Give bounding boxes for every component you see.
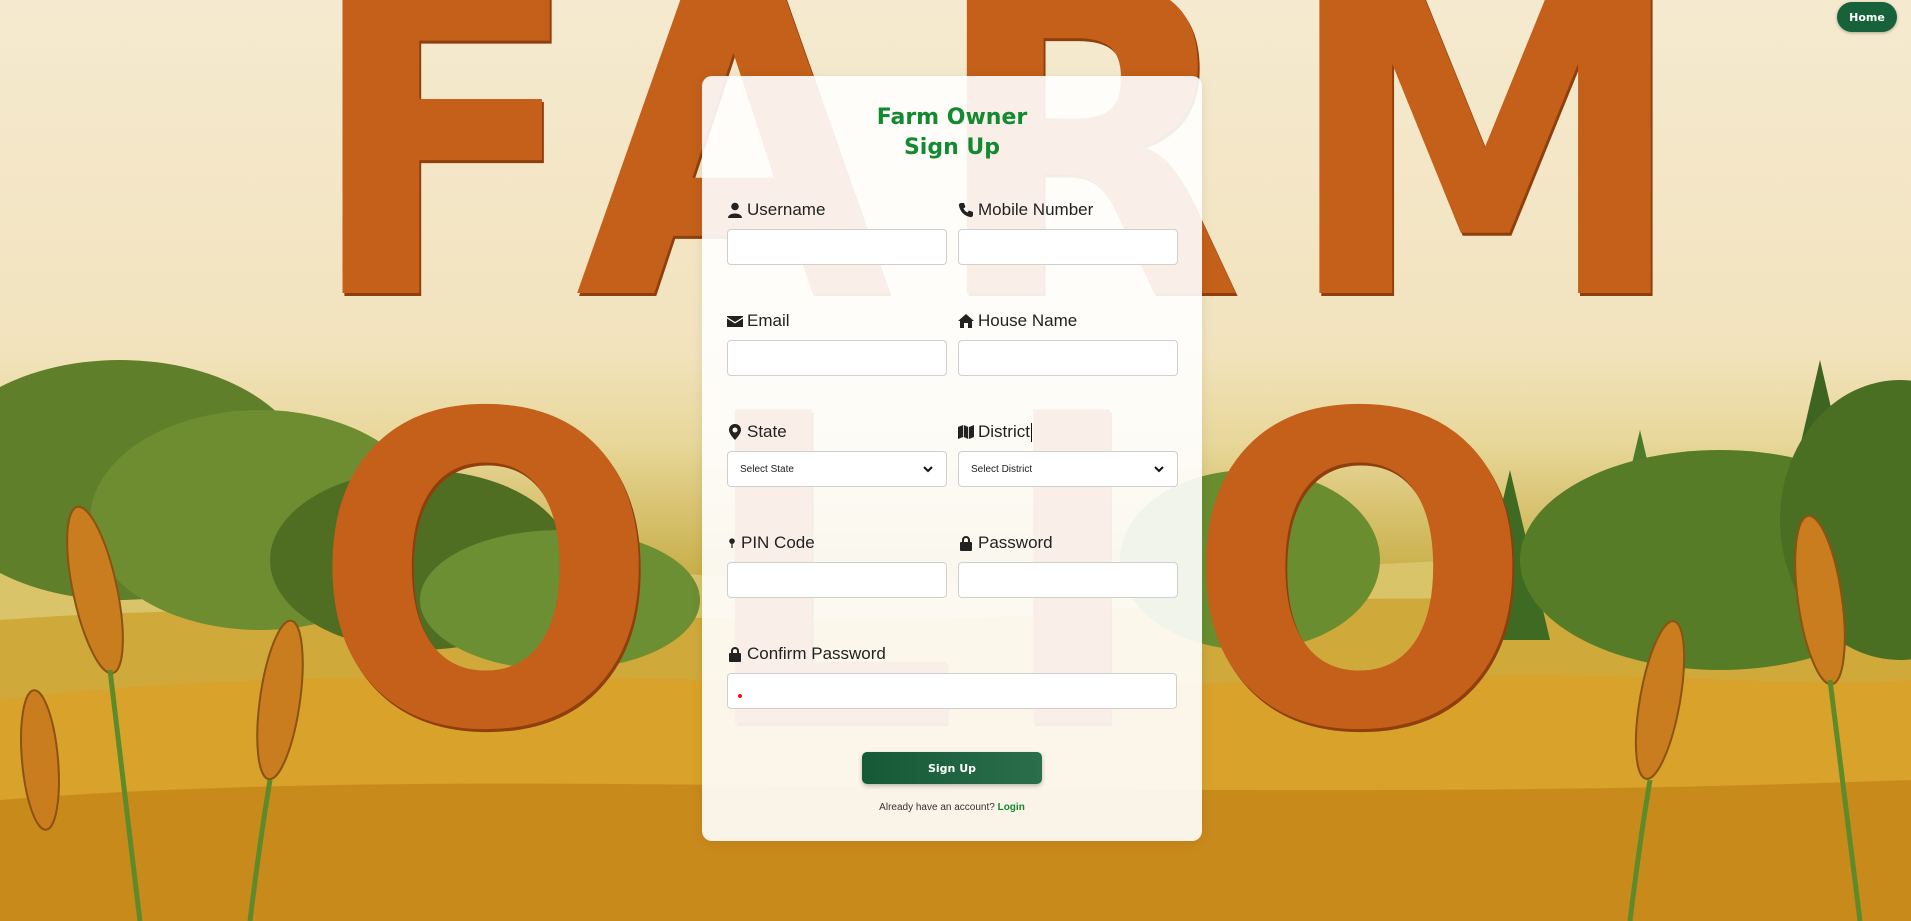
- lock-icon: [729, 647, 741, 662]
- username-label: Username: [747, 200, 826, 219]
- phone-icon: [958, 203, 973, 218]
- map-icon: [958, 425, 974, 439]
- email-label: Email: [747, 311, 790, 330]
- house-name-input[interactable]: [958, 340, 1178, 376]
- chevron-down-icon: [923, 466, 933, 473]
- signup-card: Farm Owner Sign Up Username Mobile Numbe…: [702, 76, 1202, 841]
- username-group: Username: [727, 199, 947, 265]
- house-name-label: House Name: [978, 311, 1078, 330]
- home-button[interactable]: Home: [1837, 2, 1897, 32]
- login-prompt-text: Already have an account?: [879, 802, 995, 813]
- password-label: Password: [978, 533, 1053, 552]
- envelope-icon: [727, 316, 743, 327]
- email-group: Email: [727, 310, 947, 376]
- home-icon: [958, 314, 974, 328]
- chevron-down-icon: [1154, 466, 1164, 473]
- form-title: Farm Owner Sign Up: [702, 103, 1202, 163]
- pin-code-group: PIN Code: [727, 532, 947, 598]
- sign-up-button[interactable]: Sign Up: [862, 752, 1042, 784]
- pin-code-label: PIN Code: [741, 533, 815, 552]
- password-group: Password: [958, 532, 1178, 598]
- district-select[interactable]: Select District: [958, 451, 1178, 487]
- lock-icon: [960, 536, 972, 551]
- pin-code-input[interactable]: [727, 562, 947, 598]
- mobile-label: Mobile Number: [978, 200, 1094, 219]
- mobile-input[interactable]: [958, 229, 1178, 265]
- district-label: District: [978, 422, 1030, 441]
- password-indicator-dot: [738, 693, 742, 698]
- district-selected-value: Select District: [971, 463, 1033, 475]
- text-cursor: [1030, 422, 1032, 442]
- district-group: District Select District: [958, 421, 1178, 487]
- password-input[interactable]: [958, 562, 1178, 598]
- login-prompt-line: Already have an account? Login: [702, 802, 1202, 813]
- map-pin-icon: [729, 538, 735, 548]
- form-title-line2: Sign Up: [903, 135, 1001, 160]
- confirm-password-group: Confirm Password: [727, 643, 1177, 709]
- state-label: State: [747, 422, 787, 441]
- state-selected-value: Select State: [740, 463, 794, 475]
- state-group: State Select State: [727, 421, 947, 487]
- house-name-group: House Name: [958, 310, 1178, 376]
- map-marker-icon: [729, 424, 741, 440]
- state-select[interactable]: Select State: [727, 451, 947, 487]
- confirm-password-label: Confirm Password: [747, 644, 886, 663]
- user-icon: [728, 202, 742, 218]
- form-title-line1: Farm Owner: [876, 105, 1028, 130]
- confirm-password-input[interactable]: [727, 673, 1177, 709]
- username-input[interactable]: [727, 229, 947, 265]
- email-input[interactable]: [727, 340, 947, 376]
- login-link[interactable]: Login: [998, 802, 1025, 813]
- mobile-group: Mobile Number: [958, 199, 1178, 265]
